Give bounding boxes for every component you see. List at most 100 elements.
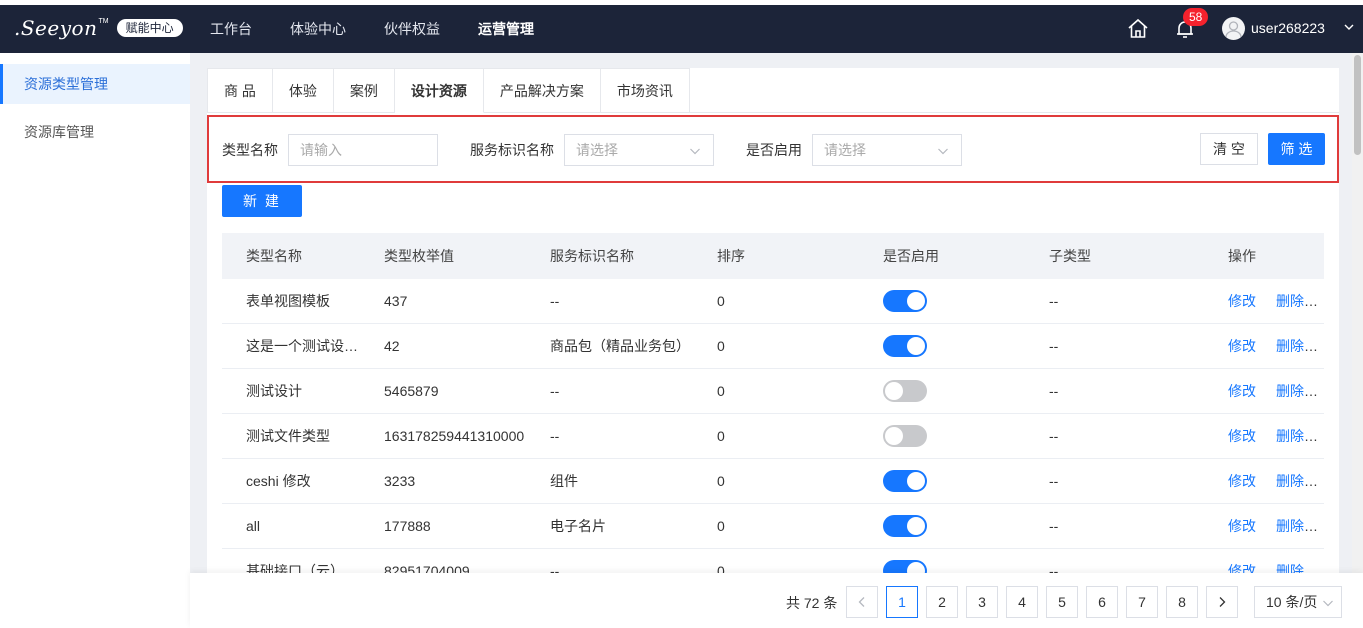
page-button[interactable]: 8 [1166, 586, 1198, 618]
cell-enum-value: 163178259441310000 [384, 428, 525, 444]
page-button[interactable]: 6 [1086, 586, 1118, 618]
table-row: 测试设计 5465879 -- 0 -- 修改 删除 [222, 369, 1324, 414]
cell-subtype: -- [1049, 518, 1059, 534]
chevron-down-icon [938, 148, 948, 155]
cell-type-name: ceshi 修改 [246, 473, 311, 489]
tab-cases[interactable]: 案例 [333, 68, 395, 113]
tab-products[interactable]: 商 品 [207, 68, 273, 113]
cell-subtype: -- [1049, 428, 1059, 444]
delete-link[interactable]: 删除 [1276, 518, 1304, 534]
sidebar-item-resource-library-management[interactable]: 资源库管理 [0, 112, 190, 152]
page-button[interactable]: 7 [1126, 586, 1158, 618]
service-name-label: 服务标识名称 [470, 142, 554, 158]
delete-link[interactable]: 删除 [1276, 428, 1304, 444]
cell-type-name: 表单视图模板 [246, 293, 330, 309]
enabled-toggle[interactable] [883, 335, 927, 357]
page-size-select[interactable]: 10 条/页 [1254, 586, 1342, 618]
chevron-down-icon [690, 148, 700, 155]
table-row: ceshi 修改 3233 组件 0 -- 修改 删除 [222, 459, 1324, 504]
enabled-toggle[interactable] [883, 290, 927, 312]
page-button[interactable]: 1 [886, 586, 918, 618]
cell-service-name: -- [550, 428, 560, 444]
filter-button[interactable]: 筛 选 [1268, 133, 1325, 165]
edit-link[interactable]: 修改 [1228, 383, 1256, 399]
type-name-input[interactable]: 请输入 [288, 134, 438, 166]
prev-page-button[interactable] [846, 586, 878, 618]
cell-enum-value: 42 [384, 338, 400, 354]
cell-type-name: 测试文件类型 [246, 428, 330, 444]
cell-sort: 0 [717, 518, 725, 534]
table-row: 表单视图模板 437 -- 0 -- 修改 删除 [222, 279, 1324, 324]
delete-link[interactable]: 删除 [1276, 338, 1304, 354]
cell-subtype: -- [1049, 338, 1059, 354]
enabled-toggle[interactable] [883, 425, 927, 447]
enabled-select[interactable]: 请选择 [812, 134, 962, 166]
toggle-knob [907, 517, 925, 535]
scrollbar[interactable] [1352, 53, 1363, 573]
top-navbar: .Seeyon TM 赋能中心 工作台 体验中心 伙伴权益 运营管理 58 us… [0, 0, 1363, 53]
next-page-button[interactable] [1206, 586, 1238, 618]
filter-bar: 类型名称 请输入 服务标识名称 请选择 是否启用 请选择 清 空 筛 选 [207, 115, 1339, 183]
delete-link[interactable]: 删除 [1276, 383, 1304, 399]
nav-item-operations[interactable]: 运营管理 [478, 19, 534, 39]
column-header-service-name: 服务标识名称 [550, 248, 634, 264]
enabled-toggle[interactable] [883, 470, 927, 492]
nav-item-workbench[interactable]: 工作台 [210, 19, 252, 39]
sidebar-item-resource-type-management[interactable]: 资源类型管理 [0, 64, 190, 104]
enabled-toggle[interactable] [883, 380, 927, 402]
cell-type-name: 这是一个测试设… [246, 338, 358, 354]
pagination-bar: 共 72 条 12345678 10 条/页 [190, 573, 1363, 628]
notification-count-badge: 58 [1183, 8, 1209, 26]
cell-service-name: -- [550, 293, 560, 309]
cell-type-name: 测试设计 [246, 383, 302, 399]
chevron-down-icon [1323, 600, 1333, 607]
tab-bar: 商 品 体验 案例 设计资源 产品解决方案 市场资讯 [207, 68, 1339, 113]
cell-enum-value: 177888 [384, 518, 431, 534]
cell-service-name: 组件 [550, 473, 578, 489]
logo-badge: 赋能中心 [116, 19, 183, 37]
column-header-subtype: 子类型 [1049, 248, 1091, 264]
toggle-knob [885, 382, 903, 400]
table-row: 测试文件类型 163178259441310000 -- 0 -- 修改 删除 [222, 414, 1324, 459]
edit-link[interactable]: 修改 [1228, 428, 1256, 444]
tab-product-solutions[interactable]: 产品解决方案 [483, 68, 601, 113]
cell-sort: 0 [717, 338, 725, 354]
cell-type-name: all [246, 518, 261, 534]
cell-sort: 0 [717, 428, 725, 444]
table-header: 类型名称 类型枚举值 服务标识名称 排序 是否启用 子类型 操作 [222, 233, 1324, 279]
main-nav: 工作台 体验中心 伙伴权益 运营管理 [210, 5, 572, 53]
edit-link[interactable]: 修改 [1228, 293, 1256, 309]
new-button[interactable]: 新 建 [222, 185, 302, 217]
cell-service-name: 商品包（精品业务包） [550, 338, 690, 354]
logo[interactable]: .Seeyon TM 赋能中心 [14, 16, 183, 40]
clear-button[interactable]: 清 空 [1200, 133, 1258, 165]
chevron-down-icon[interactable] [1343, 21, 1355, 33]
page-button[interactable]: 4 [1006, 586, 1038, 618]
edit-link[interactable]: 修改 [1228, 473, 1256, 489]
scrollbar-thumb[interactable] [1354, 55, 1361, 155]
cell-actions: 修改 删除 [1228, 516, 1318, 536]
avatar[interactable] [1222, 17, 1245, 40]
delete-link[interactable]: 删除 [1276, 473, 1304, 489]
page-button[interactable]: 5 [1046, 586, 1078, 618]
nav-item-partner-benefits[interactable]: 伙伴权益 [384, 19, 440, 39]
cell-actions: 修改 删除 [1228, 336, 1318, 356]
cell-actions: 修改 删除 [1228, 471, 1318, 491]
enabled-toggle[interactable] [883, 515, 927, 537]
page-button[interactable]: 2 [926, 586, 958, 618]
edit-link[interactable]: 修改 [1228, 518, 1256, 534]
toggle-knob [907, 292, 925, 310]
delete-link[interactable]: 删除 [1276, 293, 1304, 309]
tab-experience[interactable]: 体验 [272, 68, 334, 113]
edit-link[interactable]: 修改 [1228, 338, 1256, 354]
toggle-knob [907, 472, 925, 490]
page-button[interactable]: 3 [966, 586, 998, 618]
tab-market-news[interactable]: 市场资讯 [600, 68, 690, 113]
service-name-select[interactable]: 请选择 [564, 134, 714, 166]
nav-item-experience-center[interactable]: 体验中心 [290, 19, 346, 39]
cell-subtype: -- [1049, 383, 1059, 399]
notification-button[interactable]: 58 [1173, 8, 1209, 41]
tab-design-resources[interactable]: 设计资源 [394, 68, 484, 113]
home-icon[interactable] [1126, 17, 1150, 41]
username[interactable]: user268223 [1251, 20, 1325, 36]
